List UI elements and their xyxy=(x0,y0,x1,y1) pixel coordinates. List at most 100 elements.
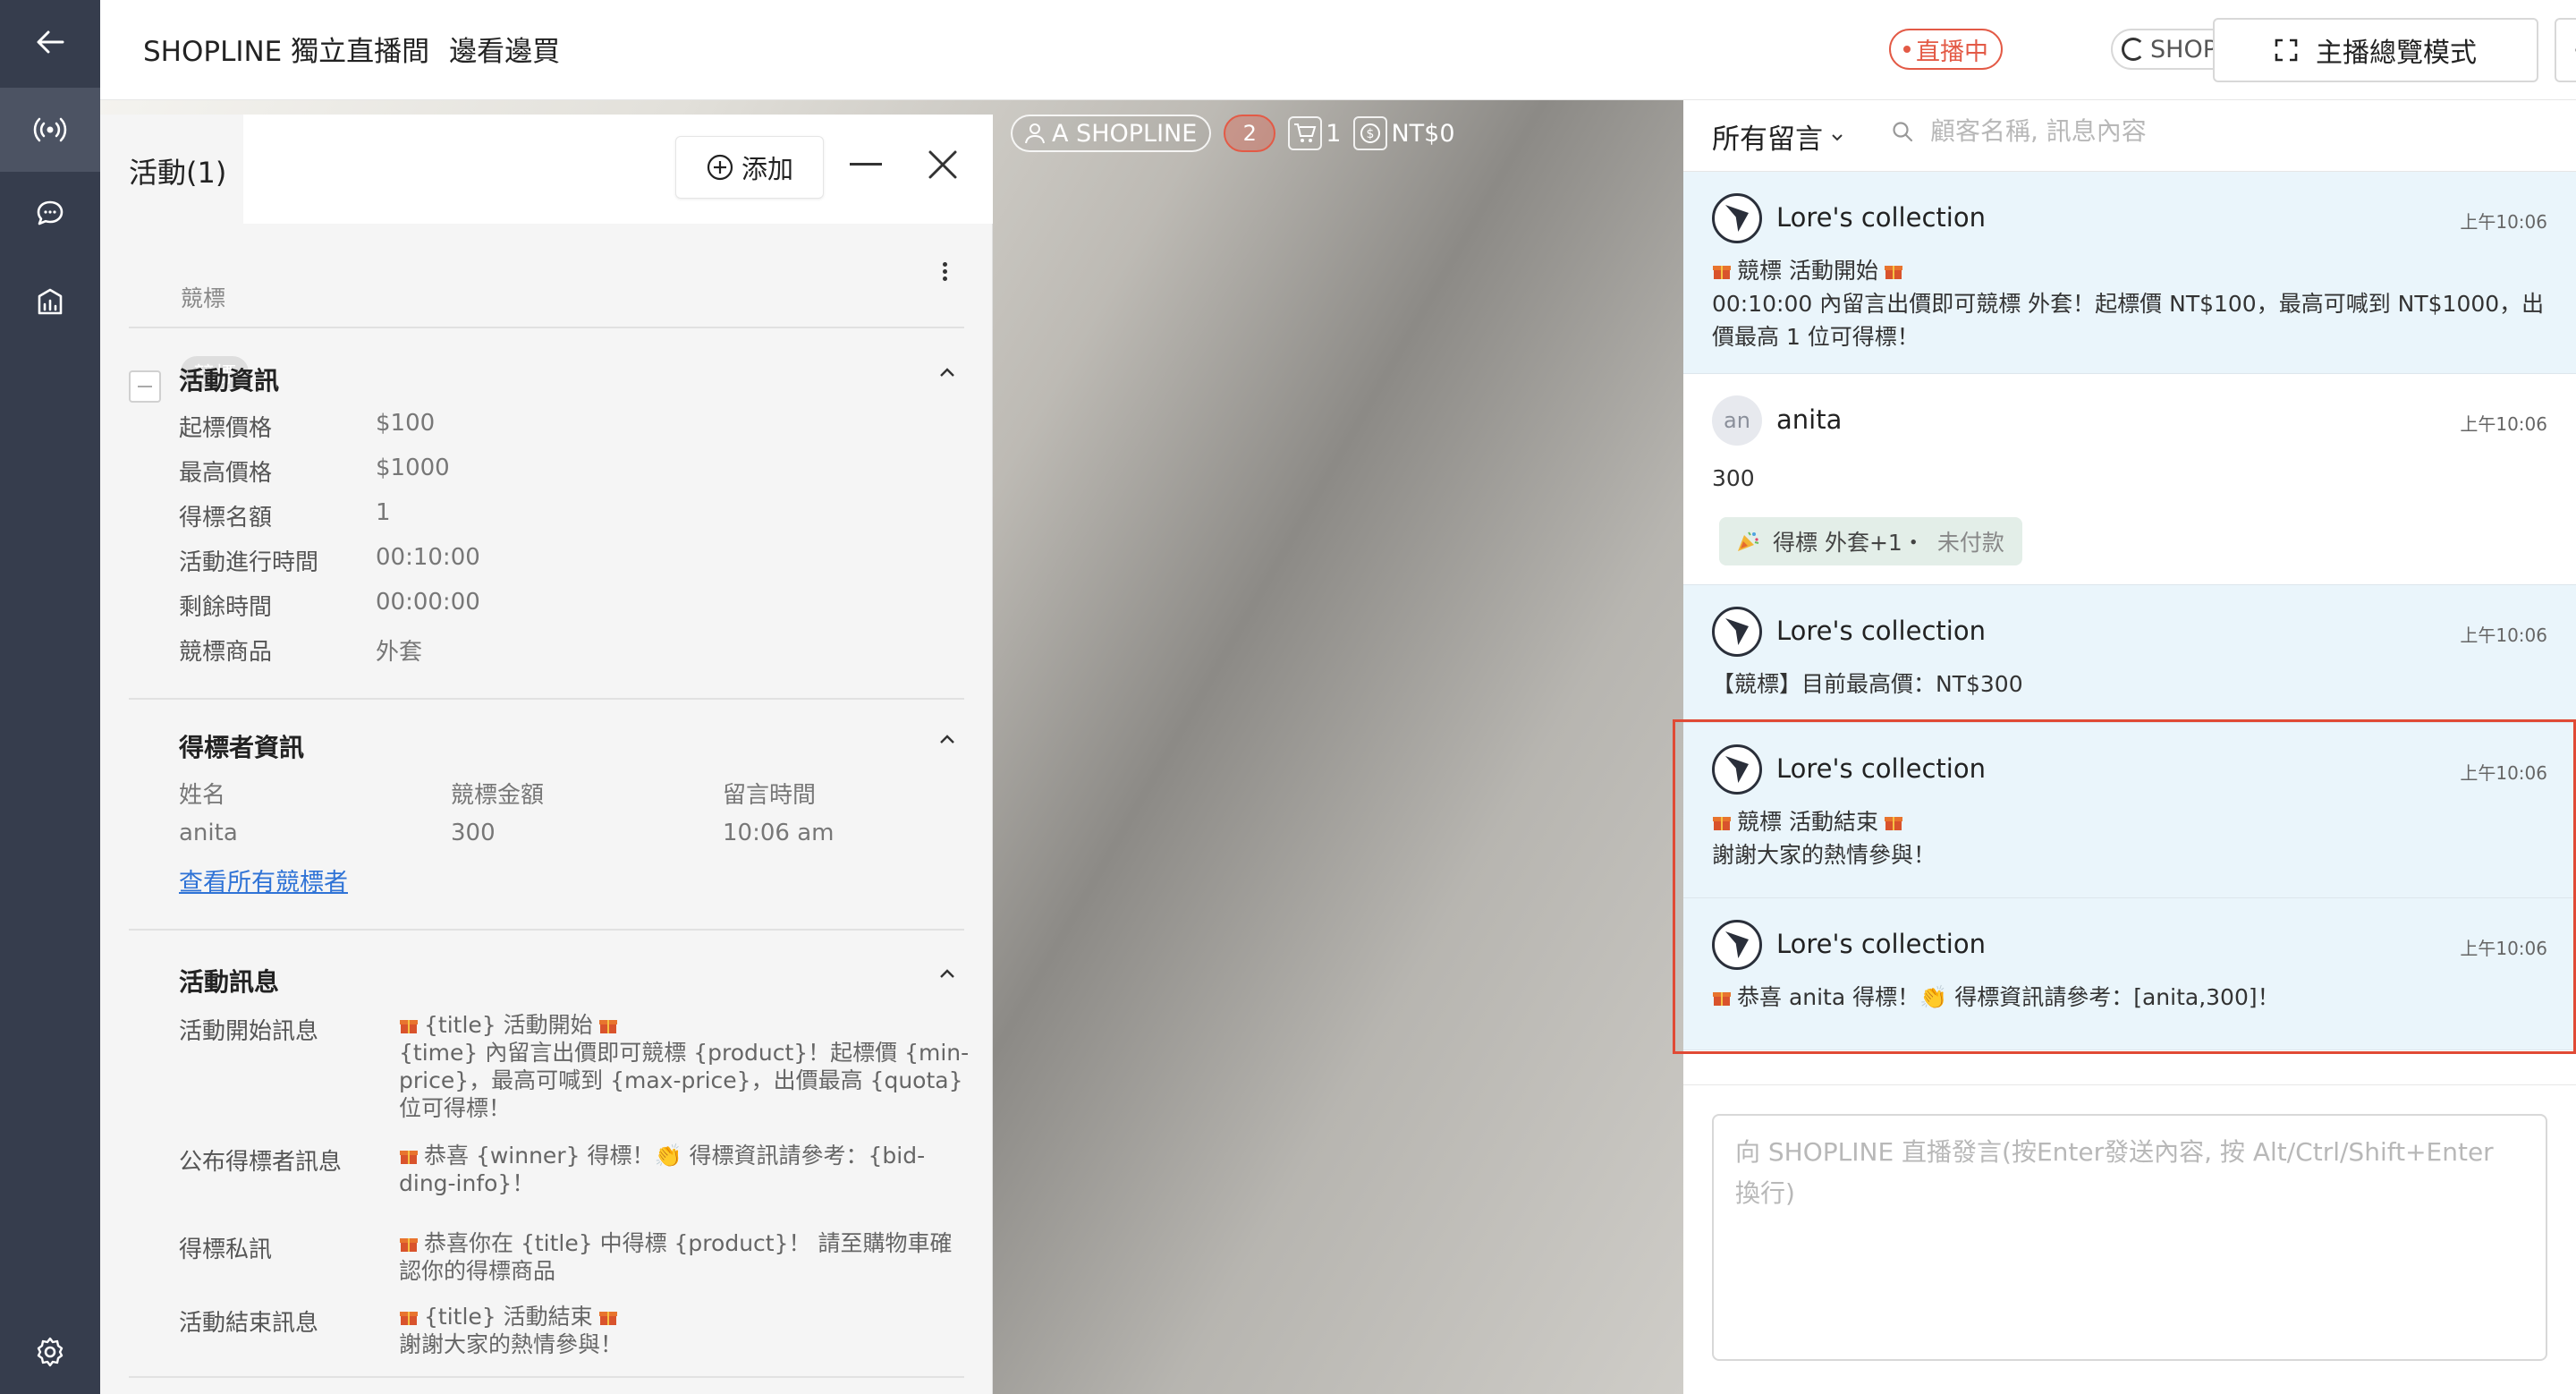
shopline-logo-icon xyxy=(2122,38,2145,61)
comment-author: Lore's collection xyxy=(1776,202,1986,233)
payment-status: 未付款 xyxy=(1936,530,2004,556)
host-overview-label: 主播總覽模式 xyxy=(2316,38,2477,69)
comment-time: 上午10:06 xyxy=(2460,762,2547,784)
gear-icon xyxy=(37,1337,64,1367)
info-section-title: 活動資訊 xyxy=(179,366,280,395)
message-line: {time} 內留言出價即可競標 {product}！起標價 {min-pric… xyxy=(399,1040,970,1121)
comment-time: 上午10:06 xyxy=(2460,211,2547,233)
info-value: $100 xyxy=(376,410,436,437)
store-avatar xyxy=(1712,607,1762,657)
divider xyxy=(129,929,964,931)
nav-rail xyxy=(0,0,100,1394)
comment-item: Lore's collection 上午10:06 恭喜 anita 得標！👏 … xyxy=(1683,898,2576,1050)
winner-tag-label: 得標 外套+1・ xyxy=(1773,530,1925,556)
comments-filter-bar: 所有留言 xyxy=(1683,100,2576,172)
minimize-button[interactable] xyxy=(850,163,882,166)
gift-icon xyxy=(598,1020,617,1033)
search-icon xyxy=(1893,121,1913,141)
add-activity-label: 添加 xyxy=(741,154,793,184)
activity-panel: 活動(1) 添加 競標 競標 活動資訊 起標價格 $100 最高價格 $1000… xyxy=(100,115,993,1394)
gift-icon xyxy=(400,1151,418,1164)
comment-input[interactable] xyxy=(1712,1114,2547,1361)
activity-header-bg xyxy=(243,115,993,224)
comment-author: Lore's collection xyxy=(1776,753,1986,784)
view-all-bidders-link[interactable]: 查看所有競標者 xyxy=(179,863,348,897)
comment-author: Lore's collection xyxy=(1776,929,1986,959)
user-avatar: an xyxy=(1712,395,1762,446)
nav-analytics-button[interactable] xyxy=(0,259,100,344)
cart-stat: 1 xyxy=(1288,116,1341,150)
collapse-toggle[interactable] xyxy=(129,370,161,403)
winner-amount: 300 xyxy=(451,820,496,846)
comment-time: 上午10:06 xyxy=(2460,413,2547,435)
comment-item: Lore's collection 上午10:06 競標 活動結束 謝謝大家的熱… xyxy=(1683,723,2576,898)
comment-line: 恭喜 anita 得標！👏 得標資訊請參考：[anita,300]！ xyxy=(1737,984,2280,1010)
comment-line: 競標 活動開始 xyxy=(1737,258,1878,284)
activity-item[interactable]: 競標 xyxy=(129,236,964,403)
activity-name: 競標 xyxy=(181,285,226,311)
store-chart-icon xyxy=(38,288,63,315)
chat-bubble-icon xyxy=(37,200,64,225)
comment-search xyxy=(1891,116,2395,146)
gift-icon xyxy=(1713,992,1731,1006)
message-label: 活動開始訊息 xyxy=(179,1018,319,1045)
viewer-count-badge: 2 xyxy=(1224,115,1276,152)
gift-icon xyxy=(1713,266,1731,279)
message-label: 活動結束訊息 xyxy=(179,1310,319,1337)
gift-icon xyxy=(400,1020,418,1033)
nav-live-button[interactable] xyxy=(0,88,100,172)
comments-panel: 所有留言 Lore's collection 上午10:06 競標 活動開始 0… xyxy=(1683,100,2576,1394)
host-overview-button[interactable]: 主播總覽模式 xyxy=(2213,18,2538,82)
comment-text: 競標 活動開始 00:10:00 內留言出價即可競標 外套！起標價 NT$100… xyxy=(1712,254,2553,353)
chevron-up-icon[interactable] xyxy=(937,965,957,984)
nav-chat-button[interactable] xyxy=(0,172,100,256)
page-title-main: SHOPLINE 獨立直播間 xyxy=(143,36,430,68)
comment-item: Lore's collection 上午10:06 競標 活動開始 00:10:… xyxy=(1683,172,2576,374)
revenue-value: NT$0 xyxy=(1391,119,1455,148)
comment-author: anita xyxy=(1776,404,1843,435)
info-value: 1 xyxy=(376,499,391,526)
cart-icon xyxy=(1288,116,1323,150)
top-header: SHOPLINE 獨立直播間 邊看邊買 直播中 SHOPLINE 主播總覽模式 xyxy=(100,0,2576,100)
host-chip[interactable]: A SHOPLINE xyxy=(1011,115,1212,152)
back-button[interactable] xyxy=(0,0,100,84)
info-value: 00:00:00 xyxy=(376,589,480,616)
winner-section-title: 得標者資訊 xyxy=(179,733,305,762)
video-stats-bar: A SHOPLINE 2 1 $ NT$0 xyxy=(1011,115,1455,152)
gift-icon xyxy=(1713,817,1731,830)
comment-item: Lore's collection 上午10:06 【競標】目前最高價：NT$3… xyxy=(1683,585,2576,723)
comment-time: 上午10:06 xyxy=(2460,938,2547,959)
winner-order-tag[interactable]: 得標 外套+1・ 未付款 xyxy=(1719,517,2022,565)
divider xyxy=(129,327,964,328)
page-title: SHOPLINE 獨立直播間 邊看邊買 xyxy=(143,29,580,69)
info-value: 00:10:00 xyxy=(376,544,480,571)
live-dot-icon xyxy=(1903,46,1911,53)
activity-title: 活動(1) xyxy=(129,156,227,190)
message-line: {title} 活動結束 xyxy=(424,1304,593,1330)
chevron-up-icon[interactable] xyxy=(937,730,957,750)
column-header: 留言時間 xyxy=(723,782,817,809)
gift-icon xyxy=(400,1238,418,1252)
message-template: 恭喜 {winner} 得標！👏 得標資訊請參考：{bid-ding-info}… xyxy=(399,1142,973,1197)
add-activity-button[interactable]: 添加 xyxy=(675,136,824,199)
comment-line: 競標 活動結束 xyxy=(1737,809,1878,835)
dollar-icon: $ xyxy=(1353,116,1388,150)
message-line: 恭喜 {winner} 得標！👏 得標資訊請參考：{bid-ding-info}… xyxy=(399,1143,926,1196)
arrow-left-icon xyxy=(37,30,64,54)
page-title-sub: 邊看邊買 xyxy=(449,36,561,68)
store-avatar xyxy=(1712,193,1762,243)
close-icon[interactable] xyxy=(923,145,962,184)
share-button[interactable] xyxy=(2555,18,2576,82)
more-options-icon[interactable] xyxy=(941,259,948,290)
message-template: {title} 活動開始 {time} 內留言出價即可競標 {product}！… xyxy=(399,1011,973,1122)
live-status-label: 直播中 xyxy=(1916,38,1988,66)
settings-button[interactable] xyxy=(0,1310,100,1394)
comment-search-input[interactable] xyxy=(1930,116,2395,146)
chevron-up-icon[interactable] xyxy=(937,363,957,383)
user-icon xyxy=(1025,123,1045,144)
chevron-down-icon xyxy=(1832,133,1843,140)
message-line: {title} 活動開始 xyxy=(424,1012,593,1038)
live-status-badge: 直播中 xyxy=(1889,29,2003,70)
winner-name: anita xyxy=(179,820,238,846)
comment-filter-dropdown[interactable]: 所有留言 xyxy=(1712,116,1844,157)
